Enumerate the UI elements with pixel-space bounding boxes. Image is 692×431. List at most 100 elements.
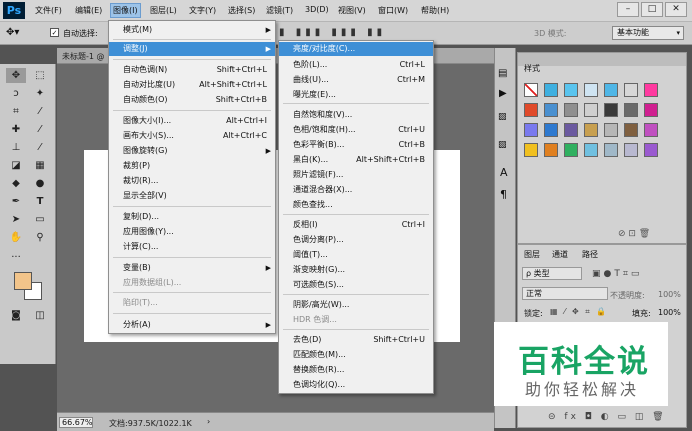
eyedropper-icon[interactable]: ⁄ xyxy=(30,104,50,119)
more-tools-icon[interactable]: ··· xyxy=(6,250,26,265)
style-swatch[interactable] xyxy=(564,143,578,157)
menu-type[interactable]: 文字(Y) xyxy=(189,5,216,16)
shape-tool-icon[interactable]: ▭ xyxy=(30,212,50,227)
style-swatch[interactable] xyxy=(644,143,658,157)
image-menu-item[interactable]: 裁切(R)... xyxy=(109,174,275,188)
style-swatch[interactable] xyxy=(604,83,618,97)
style-swatch[interactable] xyxy=(564,123,578,137)
type-tool-icon[interactable]: T xyxy=(30,194,50,209)
adjust-menu-item[interactable]: 色调均化(Q)... xyxy=(279,378,433,392)
no-style-swatch[interactable] xyxy=(524,83,538,97)
style-swatch[interactable] xyxy=(604,123,618,137)
style-swatch[interactable] xyxy=(644,83,658,97)
clone-source-icon[interactable]: ▧ xyxy=(498,140,507,150)
zoom-tool-icon[interactable]: ⚲ xyxy=(30,230,50,245)
eraser-tool-icon[interactable]: ◪ xyxy=(6,158,26,173)
image-menu-item[interactable]: 模式(M) ▶ xyxy=(109,23,275,37)
workspace-dropdown[interactable]: 基本功能 ▾ xyxy=(612,26,684,40)
lasso-tool-icon[interactable]: ↄ xyxy=(6,86,26,101)
image-menu-item[interactable]: 显示全部(V) xyxy=(109,189,275,203)
adjust-menu-item[interactable]: 曲线(U)... Ctrl+M xyxy=(279,73,433,87)
panel-footer-icons[interactable]: ⊘ ⊡ 🗑 xyxy=(618,229,650,239)
image-menu-item[interactable]: 计算(C)... xyxy=(109,240,275,254)
style-swatch[interactable] xyxy=(544,103,558,117)
lock-icons[interactable]: ▦ ⁄ ✥ ⌗ 🔒 xyxy=(550,307,608,317)
menu-filter[interactable]: 滤镜(T) xyxy=(266,5,293,16)
adjust-menu-item[interactable]: 阈值(T)... xyxy=(279,248,433,262)
adjust-menu-item[interactable]: 渐变映射(G)... xyxy=(279,263,433,277)
adjust-menu-item[interactable]: 色彩平衡(B)... Ctrl+B xyxy=(279,138,433,152)
gradient-tool-icon[interactable]: ▦ xyxy=(30,158,50,173)
minimize-button[interactable]: – xyxy=(617,2,639,17)
brush-panel-icon[interactable]: ▨ xyxy=(498,112,507,122)
clone-stamp-icon[interactable]: ⊥ xyxy=(6,140,26,155)
histogram-icon[interactable]: ▤ xyxy=(498,68,507,79)
style-swatch[interactable] xyxy=(584,103,598,117)
adjust-menu-item[interactable]: 色阶(L)... Ctrl+L xyxy=(279,58,433,72)
menu-edit[interactable]: 编辑(E) xyxy=(75,5,102,16)
style-swatch[interactable] xyxy=(604,103,618,117)
adjust-menu-item[interactable]: 色调分离(P)... xyxy=(279,233,433,247)
adjust-menu-item[interactable]: 反相(I) Ctrl+I xyxy=(279,218,433,232)
image-menu-item[interactable]: 应用图像(Y)... xyxy=(109,225,275,239)
style-swatch[interactable] xyxy=(624,83,638,97)
style-swatch[interactable] xyxy=(564,83,578,97)
image-menu-item[interactable]: 自动色调(N) Shift+Ctrl+L xyxy=(109,63,275,77)
move-tool-icon[interactable]: ✥ xyxy=(6,68,26,83)
adjust-menu-item[interactable]: 自然饱和度(V)... xyxy=(279,108,433,122)
style-swatch[interactable] xyxy=(544,143,558,157)
hand-tool-icon[interactable]: ✋ xyxy=(6,230,26,245)
menu-file[interactable]: 文件(F) xyxy=(35,5,62,16)
chevron-right-icon[interactable]: › xyxy=(207,417,210,426)
menu-3d[interactable]: 3D(D) xyxy=(305,5,329,14)
brush-tool-icon[interactable]: ⁄ xyxy=(30,122,50,137)
style-swatch[interactable] xyxy=(564,103,578,117)
menu-help[interactable]: 帮助(H) xyxy=(421,5,449,16)
style-swatch[interactable] xyxy=(644,123,658,137)
image-menu-item[interactable]: 自动对比度(U) Alt+Shift+Ctrl+L xyxy=(109,78,275,92)
adjust-menu-item[interactable]: 亮度/对比度(C)... xyxy=(279,42,433,56)
style-swatch[interactable] xyxy=(604,143,618,157)
image-menu-item[interactable]: 自动颜色(O) Shift+Ctrl+B xyxy=(109,93,275,107)
marquee-tool-icon[interactable]: ⬚ xyxy=(30,68,50,83)
adjust-menu-item[interactable]: 颜色查找... xyxy=(279,198,433,212)
image-menu-item[interactable]: 裁剪(P) xyxy=(109,159,275,173)
pen-tool-icon[interactable]: ✒ xyxy=(6,194,26,209)
adjust-menu-item[interactable]: 阴影/高光(W)... xyxy=(279,298,433,312)
menu-window[interactable]: 窗口(W) xyxy=(378,5,408,16)
align-icons[interactable]: ▮▮▮ ▮▮▮ ▮▮▮ ▮▮ xyxy=(260,27,386,38)
image-menu-item[interactable]: 图像大小(I)... Alt+Ctrl+I xyxy=(109,114,275,128)
adjust-menu-item[interactable]: 色相/饱和度(H)... Ctrl+U xyxy=(279,123,433,137)
maximize-button[interactable]: □ xyxy=(641,2,663,17)
path-selection-icon[interactable]: ➤ xyxy=(6,212,26,227)
menu-image[interactable]: 图像(I) xyxy=(110,3,141,18)
adjust-menu-item[interactable]: 黑白(K)... Alt+Shift+Ctrl+B xyxy=(279,153,433,167)
image-menu-item[interactable]: 复制(D)... xyxy=(109,210,275,224)
move-tool-icon[interactable]: ✥▾ xyxy=(6,27,19,38)
healing-brush-icon[interactable]: ✚ xyxy=(6,122,26,137)
style-swatch[interactable] xyxy=(544,83,558,97)
style-swatch[interactable] xyxy=(624,143,638,157)
layer-kind-filter[interactable]: ρ 类型 xyxy=(522,267,582,280)
character-panel-icon[interactable]: A xyxy=(500,166,508,179)
quick-mask-icon[interactable]: ◙ xyxy=(6,308,26,323)
style-swatch[interactable] xyxy=(624,103,638,117)
menu-layer[interactable]: 图层(L) xyxy=(150,5,177,16)
style-swatch[interactable] xyxy=(584,123,598,137)
style-swatch[interactable] xyxy=(584,143,598,157)
fill-value[interactable]: 100% xyxy=(658,308,681,317)
magic-wand-icon[interactable]: ✦ xyxy=(30,86,50,101)
close-button[interactable]: ✕ xyxy=(665,2,687,17)
image-menu-item[interactable]: 变量(B) ▶ xyxy=(109,261,275,275)
screen-mode-icon[interactable]: ◫ xyxy=(30,308,50,323)
foreground-color-swatch[interactable] xyxy=(14,272,32,290)
styles-tab[interactable]: 样式 xyxy=(524,63,540,74)
menu-view[interactable]: 视图(V) xyxy=(338,5,366,16)
adjust-menu-item[interactable]: 匹配颜色(M)... xyxy=(279,348,433,362)
style-swatch[interactable] xyxy=(524,143,538,157)
style-swatch[interactable] xyxy=(584,83,598,97)
tab-paths[interactable]: 路径 xyxy=(582,249,598,260)
auto-select-checkbox[interactable]: ✓ xyxy=(50,28,59,37)
style-swatch[interactable] xyxy=(524,103,538,117)
play-icon[interactable]: ▶ xyxy=(499,88,507,99)
